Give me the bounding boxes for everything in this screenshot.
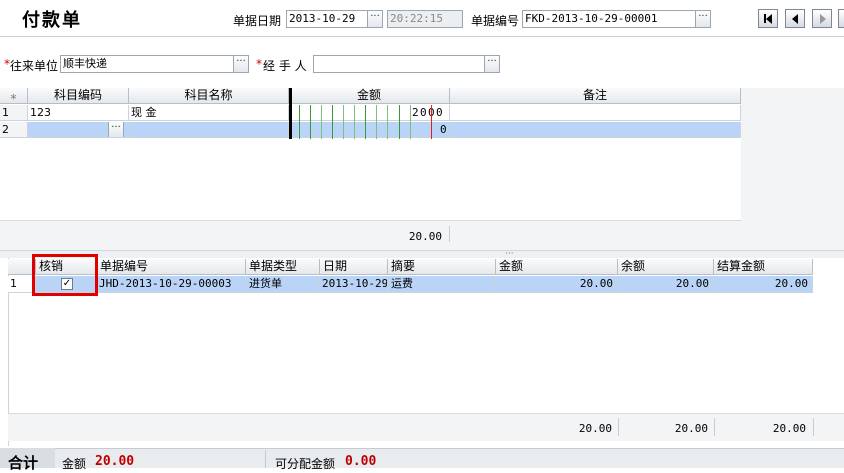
next-icon [820,14,826,24]
panel-splitter[interactable]: ··· [0,249,844,259]
table-cell-balance[interactable]: 20.00 [618,276,714,293]
col-settle-amount[interactable]: 结算金额 [714,259,813,275]
handler-label: 经 手 人 [263,59,307,73]
page-title: 付款单 [22,10,82,31]
col-doc-no[interactable]: 单据编号 [97,259,246,275]
verify-highlight-box [32,254,98,296]
grid2-total-settle: 20.00 [772,422,806,435]
prev-record-button[interactable] [785,9,805,28]
decimal-guide [431,105,432,139]
digit-guide [399,105,400,139]
footer-alloc-value: 0.00 [345,454,377,469]
grid1-corner[interactable]: ⁎ [0,88,28,104]
digit-guide [387,105,388,139]
footer-alloc-label: 可分配金额 [275,457,336,471]
col-doc-type[interactable]: 单据类型 [246,259,320,275]
time-field: 20:22:15 [387,10,463,28]
table-cell-note[interactable] [450,122,741,138]
col-note[interactable]: 备注 [450,88,741,104]
amount-digit: 0 [440,123,447,136]
row-number: 2 [0,122,28,138]
account-grid: ⁎ 科目编码 科目名称 金额 备注 1 123 现 金 2 0 0 0 2 ··… [0,88,844,250]
table-cell-settle[interactable]: 20.00 [714,276,813,293]
partner-lookup-button[interactable]: ··· [233,55,249,73]
digit-guide [354,105,355,139]
table-cell-summary[interactable]: 运费 [388,276,496,293]
date-field[interactable]: 2013-10-29 [286,10,368,28]
docno-label: 单据编号 [471,14,520,28]
date-label: 单据日期 [233,14,282,28]
col-amount[interactable]: 金额 [496,259,618,275]
required-mark-handler: * [256,57,262,71]
last-record-button[interactable] [838,9,844,28]
table-cell-amount[interactable]: 20.00 [496,276,618,293]
grid2-total-balance: 20.00 [674,422,708,435]
table-cell-doc-no[interactable]: JHD-2013-10-29-00003 [97,276,246,293]
total-divider [813,418,814,436]
header-divider [0,36,844,37]
handler-field[interactable] [313,55,485,73]
date-picker-button[interactable]: ··· [367,10,383,28]
amount-digit: 0 [420,106,427,119]
total-divider [714,418,715,436]
row-number: 1 [0,105,28,121]
digit-guide [343,105,344,139]
digit-guide [376,105,377,139]
grid2-total-row [8,413,844,441]
amount-column-divider [289,88,292,139]
docno-field[interactable]: FKD-2013-10-29-00001 [522,10,696,28]
digit-guide [332,105,333,139]
total-divider [618,418,619,436]
grid1-total-row [0,220,741,244]
digit-guide [299,105,300,139]
col-account-name[interactable]: 科目名称 [129,88,289,104]
partner-label: 往来单位 [10,59,59,73]
col-amount[interactable]: 金额 [289,88,450,104]
digit-guide [310,105,311,139]
partner-field[interactable]: 顺丰快递 [60,55,234,73]
digit-guide [365,105,366,139]
table-cell-amount[interactable]: 0 [289,122,450,138]
table-cell-date[interactable]: 2013-10-29 [320,276,388,293]
grid2-total-amount: 20.00 [578,422,612,435]
col-summary[interactable]: 摘要 [388,259,496,275]
grid1-total-amount: 20.00 [408,230,442,243]
prev-icon [792,14,798,24]
digit-guide [410,105,411,139]
amount-digit: 2 [412,106,419,119]
footer-amount-value: 20.00 [95,454,135,469]
first-record-button[interactable] [758,9,778,28]
table-cell-amount[interactable]: 2 0 0 0 [289,105,450,121]
next-record-button[interactable] [812,9,832,28]
docno-lookup-button[interactable]: ··· [695,10,711,28]
table-cell-code[interactable]: 123 [28,105,129,121]
table-cell-name[interactable]: 现 金 [129,105,289,121]
table-cell-name[interactable] [129,122,289,138]
table-cell-doc-type[interactable]: 进货单 [246,276,320,293]
total-divider [449,226,450,242]
footer-amount-label: 金额 [62,457,87,471]
table-cell-code[interactable]: ··· [28,122,129,138]
footer-total-label: 合计 [8,454,39,472]
digit-guide [321,105,322,139]
footer-divider [265,450,266,468]
table-cell-note[interactable] [450,105,741,121]
col-account-code[interactable]: 科目编码 [28,88,129,104]
amount-digit: 0 [436,106,443,119]
col-date[interactable]: 日期 [320,259,388,275]
handler-lookup-button[interactable]: ··· [484,55,500,73]
col-balance[interactable]: 余额 [618,259,714,275]
code-lookup-button[interactable]: ··· [108,122,124,137]
